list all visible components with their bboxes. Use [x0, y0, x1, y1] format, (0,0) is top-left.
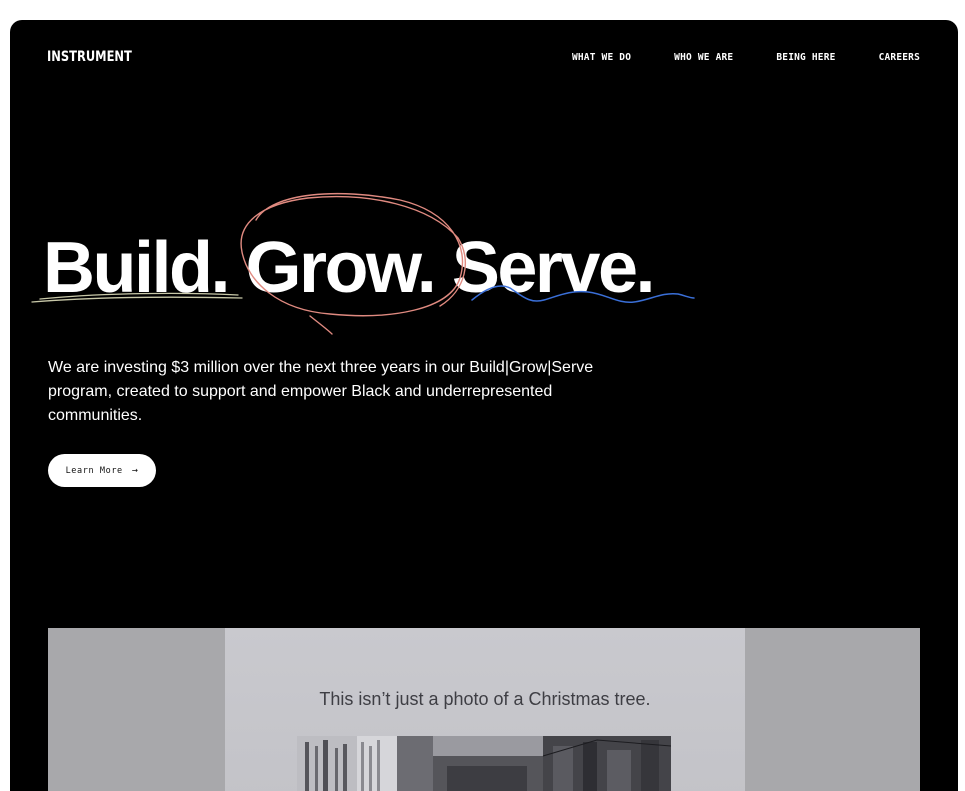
featured-image[interactable]: This isn’t just a photo of a Christmas t… [48, 628, 920, 791]
learn-more-label: Learn More [65, 465, 123, 476]
nav-item-who-we-are[interactable]: WHO WE ARE [674, 52, 733, 63]
hand-drawn-scribbles [31, 193, 695, 335]
nav-item-being-here[interactable]: BEING HERE [776, 52, 835, 63]
street-photo [297, 736, 671, 791]
hero-lede: We are investing $3 million over the nex… [48, 359, 594, 424]
page-frame: INSTRUMENT WHAT WE DO WHO WE ARE BEING H… [10, 20, 958, 791]
image-caption: This isn’t just a photo of a Christmas t… [319, 689, 651, 709]
hero-headline: Build. Grow. Serve. [43, 228, 656, 308]
nav-item-what-we-do[interactable]: WHAT WE DO [572, 52, 631, 63]
brand-logo[interactable]: INSTRUMENT [47, 49, 132, 65]
main-nav: WHAT WE DO WHO WE ARE BEING HERE CAREERS [572, 52, 920, 63]
arrow-right-icon: → [131, 465, 139, 476]
newspaper-page: This isn’t just a photo of a Christmas t… [225, 628, 745, 791]
nav-item-careers[interactable]: CAREERS [879, 52, 920, 63]
learn-more-button[interactable]: Learn More → [48, 454, 156, 487]
